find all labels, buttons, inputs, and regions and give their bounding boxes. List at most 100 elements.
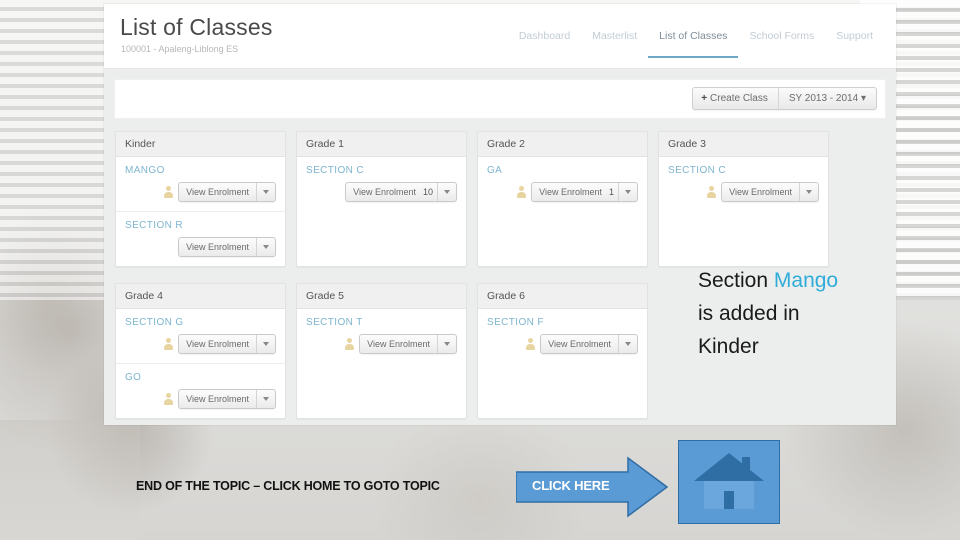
enrolment-dropdown-toggle[interactable] [256,390,275,408]
toolbar: + Create Class SY 2013 - 2014 ▾ [114,79,886,119]
toolbar-button-group: + Create Class SY 2013 - 2014 ▾ [692,87,877,110]
enrolment-dropdown-toggle[interactable] [256,335,275,353]
enrolment-row: View Enrolment [125,182,276,202]
enrolment-row: View Enrolment [125,389,276,409]
class-card: Grade 3 SECTION C View Enrolment [658,131,829,267]
chevron-down-icon [625,342,631,346]
chevron-down-icon: ▾ [860,93,866,104]
section-name[interactable]: MANGO [125,165,276,176]
chevron-down-icon [806,190,812,194]
nav-item-school-forms[interactable]: School Forms [738,26,825,56]
view-enrolment-button[interactable]: View Enrolment [721,182,819,202]
section-name[interactable]: GO [125,372,276,383]
classroom-floor [0,420,140,540]
chevron-down-icon [263,397,269,401]
enrolment-row: View Enrolment 1 [487,182,638,202]
chevron-down-icon [263,342,269,346]
enrolment-count: 10 [422,187,433,197]
class-card: Kinder MANGO View Enrolment SECTION R View E… [115,131,286,267]
annotation-text: Section Mango is added in Kinder [698,264,898,363]
enrolment-dropdown-toggle[interactable] [437,335,456,353]
section-row: MANGO View Enrolment [116,157,285,212]
view-enrolment-button[interactable]: View Enrolment 10 [345,182,457,202]
chevron-down-icon [263,190,269,194]
section-name[interactable]: SECTION F [487,317,638,328]
person-icon [344,337,355,351]
enrolment-row: View Enrolment [306,334,457,354]
section-name[interactable]: SECTION C [306,165,457,176]
view-enrolment-label: View Enrolment [186,339,249,349]
view-enrolment-label: View Enrolment [353,187,416,197]
enrolment-dropdown-toggle[interactable] [437,183,456,201]
view-enrolment-button[interactable]: View Enrolment [540,334,638,354]
view-enrolment-label: View Enrolment [539,187,602,197]
class-card-grade-label: Grade 3 [659,132,828,157]
section-row: SECTION C View Enrolment [659,157,828,211]
nav-item-list-of-classes[interactable]: List of Classes [648,26,739,58]
class-card-grade-label: Grade 6 [478,284,647,309]
class-card-grade-label: Grade 1 [297,132,466,157]
section-name[interactable]: SECTION R [125,220,276,231]
view-enrolment-button[interactable]: View Enrolment [178,334,276,354]
person-icon [706,185,717,199]
annotation-line1-prefix: Section [698,269,774,292]
view-enrolment-label: View Enrolment [729,187,792,197]
enrolment-dropdown-toggle[interactable] [256,183,275,201]
nav-item-support[interactable]: Support [825,26,884,56]
enrolment-dropdown-toggle[interactable] [618,335,637,353]
view-enrolment-label: View Enrolment [548,339,611,349]
app-header: List of Classes 100001 - Apaleng-Liblong… [104,4,896,69]
class-card: Grade 6 SECTION F View Enrolment [477,283,648,419]
create-class-label: Create Class [710,93,768,104]
enrolment-dropdown-toggle[interactable] [799,183,818,201]
section-row: SECTION R View Enrolment [116,212,285,266]
view-enrolment-button[interactable]: View Enrolment [359,334,457,354]
page-title: List of Classes [120,14,273,40]
view-enrolment-button[interactable]: View Enrolment [178,389,276,409]
view-enrolment-label: View Enrolment [186,394,249,404]
section-row: SECTION G View Enrolment [116,309,285,364]
section-name[interactable]: GA [487,165,638,176]
view-enrolment-label: View Enrolment [367,339,430,349]
enrolment-dropdown-toggle[interactable] [618,183,637,201]
click-here-label: CLICK HERE [532,478,610,493]
create-class-button[interactable]: + Create Class [693,88,779,109]
school-subtitle: 100001 - Apaleng-Liblong ES [121,44,239,54]
section-row: SECTION F View Enrolment [478,309,647,363]
end-of-topic-text: END OF THE TOPIC – CLICK HOME TO GOTO TO… [136,479,440,493]
enrolment-row: View Enrolment 10 [306,182,457,202]
click-here-arrow[interactable]: CLICK HERE [516,456,668,518]
chevron-down-icon [444,190,450,194]
nav-item-dashboard[interactable]: Dashboard [508,26,581,56]
class-card-grade-label: Kinder [116,132,285,157]
chevron-down-icon [263,245,269,249]
class-card: Grade 5 SECTION T View Enrolment [296,283,467,419]
person-icon [163,337,174,351]
enrolment-row: View Enrolment [668,182,819,202]
view-enrolment-button[interactable]: View Enrolment 1 [531,182,638,202]
school-year-label: SY 2013 - 2014 [788,93,859,104]
section-row: GA View Enrolment 1 [478,157,647,211]
class-card: Grade 2 GA View Enrolment 1 [477,131,648,267]
plus-icon: + [701,93,708,104]
person-icon [163,185,174,199]
section-name[interactable]: SECTION G [125,317,276,328]
chevron-down-icon [444,342,450,346]
person-icon [525,337,536,351]
home-icon [694,453,764,509]
annotation-line2: is added in [698,302,800,325]
enrolment-dropdown-toggle[interactable] [256,238,275,256]
enrolment-row: View Enrolment [125,334,276,354]
school-year-dropdown[interactable]: SY 2013 - 2014 ▾ [779,88,876,109]
view-enrolment-button[interactable]: View Enrolment [178,182,276,202]
class-card: Grade 4 SECTION G View Enrolment GO View Enr… [115,283,286,419]
section-name[interactable]: SECTION C [668,165,819,176]
home-button[interactable] [678,440,780,524]
view-enrolment-button[interactable]: View Enrolment [178,237,276,257]
section-row: SECTION T View Enrolment [297,309,466,363]
class-card-grade-label: Grade 5 [297,284,466,309]
section-row: GO View Enrolment [116,364,285,418]
nav-item-masterlist[interactable]: Masterlist [581,26,648,56]
section-name[interactable]: SECTION T [306,317,457,328]
main-navigation: Dashboard Masterlist List of Classes School… [508,26,884,58]
